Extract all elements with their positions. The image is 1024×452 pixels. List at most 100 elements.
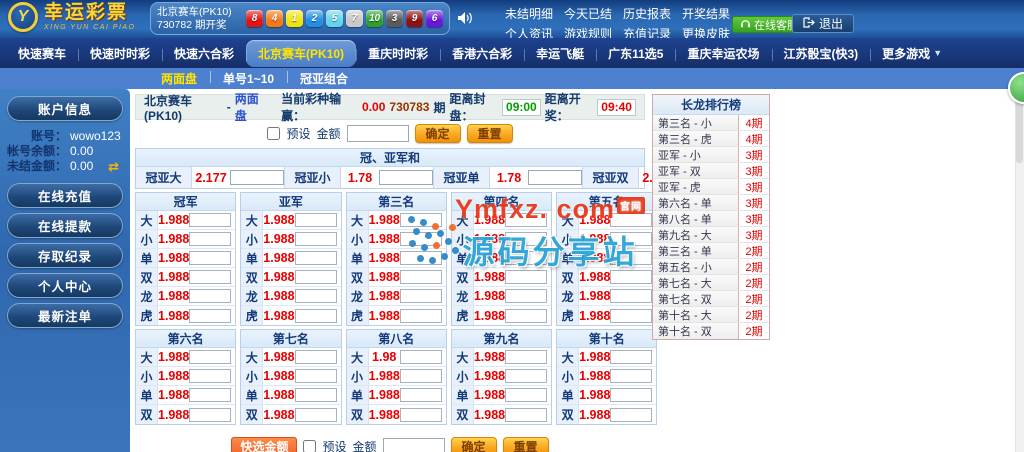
refresh-icon[interactable]: ⇄ bbox=[108, 159, 125, 174]
nav-tab[interactable]: 重庆时时彩 bbox=[356, 40, 440, 67]
sidebar-button[interactable]: 在线充值 bbox=[7, 183, 123, 208]
sum-bet-odds[interactable]: 2.177 bbox=[192, 167, 230, 188]
bet-odds[interactable]: 1.988 bbox=[579, 232, 610, 246]
bet-odds[interactable]: 1.988 bbox=[579, 289, 610, 303]
bet-amount-input[interactable] bbox=[189, 350, 231, 364]
bet-odds[interactable]: 1.988 bbox=[263, 213, 294, 227]
bet-amount-input[interactable] bbox=[505, 251, 547, 265]
nav-tab[interactable]: 香港六合彩 bbox=[440, 40, 524, 67]
bet-amount-input[interactable] bbox=[189, 289, 231, 303]
ranking-row[interactable]: 第六名 - 单3期 bbox=[653, 195, 769, 211]
bet-amount-input[interactable] bbox=[505, 350, 547, 364]
bet-odds[interactable]: 1.988 bbox=[579, 408, 610, 422]
logout-button[interactable]: 退出 bbox=[792, 14, 854, 33]
preset-amount-input[interactable] bbox=[347, 125, 409, 142]
sidebar-button[interactable]: 在线提款 bbox=[7, 213, 123, 238]
bet-amount-input[interactable] bbox=[400, 251, 442, 265]
ranking-row[interactable]: 亚军 - 虎3期 bbox=[653, 179, 769, 195]
ranking-row[interactable]: 亚军 - 双3期 bbox=[653, 163, 769, 179]
bet-odds[interactable]: 1.988 bbox=[263, 289, 294, 303]
bet-odds[interactable]: 1.988 bbox=[474, 213, 505, 227]
reset-button[interactable]: 重置 bbox=[467, 124, 513, 143]
bet-odds[interactable]: 1.988 bbox=[369, 289, 400, 303]
bet-odds[interactable]: 1.988 bbox=[474, 408, 505, 422]
bet-odds[interactable]: 1.988 bbox=[474, 232, 505, 246]
reset-button-bottom[interactable]: 重置 bbox=[503, 437, 549, 452]
sidebar-button[interactable]: 个人中心 bbox=[7, 273, 123, 298]
bet-odds[interactable]: 1.988 bbox=[369, 213, 400, 227]
bet-amount-input[interactable] bbox=[295, 289, 337, 303]
bet-odds[interactable]: 1.988 bbox=[474, 289, 505, 303]
top-menu-link[interactable]: 今天已结 bbox=[564, 5, 612, 22]
bet-amount-input[interactable] bbox=[400, 388, 442, 402]
bet-odds[interactable]: 1.988 bbox=[158, 251, 189, 265]
bet-amount-input[interactable] bbox=[610, 251, 652, 265]
bet-odds[interactable]: 1.988 bbox=[474, 309, 505, 323]
bet-amount-input[interactable] bbox=[400, 369, 442, 383]
nav-tab[interactable]: 幸运飞艇 bbox=[524, 40, 596, 67]
bet-amount-input[interactable] bbox=[295, 213, 337, 227]
bet-amount-input[interactable] bbox=[400, 350, 442, 364]
bet-amount-input[interactable] bbox=[610, 350, 652, 364]
bet-odds[interactable]: 1.988 bbox=[579, 213, 610, 227]
sum-bet-amount-input[interactable] bbox=[379, 170, 433, 185]
bet-odds[interactable]: 1.988 bbox=[158, 289, 189, 303]
bet-odds[interactable]: 1.988 bbox=[158, 388, 189, 402]
sum-bet-amount-input[interactable] bbox=[230, 170, 284, 185]
bet-odds[interactable]: 1.988 bbox=[579, 270, 610, 284]
bet-odds[interactable]: 1.98 bbox=[369, 350, 400, 364]
bet-amount-input[interactable] bbox=[505, 289, 547, 303]
bet-amount-input[interactable] bbox=[610, 232, 652, 246]
top-menu-link[interactable]: 历史报表 bbox=[623, 5, 671, 22]
bet-odds[interactable]: 1.988 bbox=[369, 309, 400, 323]
bet-odds[interactable]: 1.988 bbox=[579, 309, 610, 323]
sidebar-button[interactable]: 最新注单 bbox=[7, 303, 123, 328]
nav-tab[interactable]: 快速六合彩 bbox=[162, 40, 246, 67]
bet-amount-input[interactable] bbox=[505, 232, 547, 246]
bet-odds[interactable]: 1.988 bbox=[474, 388, 505, 402]
bet-odds[interactable]: 1.988 bbox=[158, 350, 189, 364]
ranking-row[interactable]: 第十名 - 大2期 bbox=[653, 307, 769, 323]
bet-amount-input[interactable] bbox=[505, 270, 547, 284]
ranking-row[interactable]: 第三名 - 小4期 bbox=[653, 115, 769, 131]
bet-odds[interactable]: 1.988 bbox=[369, 369, 400, 383]
bet-amount-input[interactable] bbox=[610, 289, 652, 303]
bet-odds[interactable]: 1.988 bbox=[263, 251, 294, 265]
nav-tab[interactable]: 北京赛车(PK10) bbox=[246, 40, 356, 67]
bet-amount-input[interactable] bbox=[295, 369, 337, 383]
bet-amount-input[interactable] bbox=[295, 388, 337, 402]
current-mode-link[interactable]: 两面盘 bbox=[235, 90, 268, 124]
sum-bet-amount-input[interactable] bbox=[528, 170, 582, 185]
bet-odds[interactable]: 1.988 bbox=[474, 350, 505, 364]
bet-odds[interactable]: 1.988 bbox=[369, 270, 400, 284]
bet-amount-input[interactable] bbox=[610, 213, 652, 227]
scrollbar[interactable] bbox=[1015, 89, 1024, 452]
bet-amount-input[interactable] bbox=[505, 213, 547, 227]
bet-odds[interactable]: 1.988 bbox=[263, 270, 294, 284]
bet-odds[interactable]: 1.988 bbox=[263, 309, 294, 323]
bet-amount-input[interactable] bbox=[610, 388, 652, 402]
bet-amount-input[interactable] bbox=[400, 232, 442, 246]
bet-amount-input[interactable] bbox=[295, 309, 337, 323]
bet-odds[interactable]: 1.988 bbox=[579, 350, 610, 364]
bet-odds[interactable]: 1.988 bbox=[158, 270, 189, 284]
nav-tab[interactable]: 江苏骰宝(快3) bbox=[772, 40, 871, 67]
bet-odds[interactable]: 1.988 bbox=[579, 369, 610, 383]
sum-bet-odds[interactable]: 1.78 bbox=[490, 167, 528, 188]
bet-odds[interactable]: 1.988 bbox=[263, 388, 294, 402]
bet-odds[interactable]: 1.988 bbox=[369, 232, 400, 246]
bet-odds[interactable]: 1.988 bbox=[579, 388, 610, 402]
ranking-row[interactable]: 亚军 - 小3期 bbox=[653, 147, 769, 163]
bet-odds[interactable]: 1.988 bbox=[474, 369, 505, 383]
preset-checkbox-bottom[interactable] bbox=[303, 440, 316, 452]
bet-odds[interactable]: 1.988 bbox=[158, 232, 189, 246]
bet-odds[interactable]: 1.988 bbox=[263, 408, 294, 422]
bet-amount-input[interactable] bbox=[505, 408, 547, 422]
bet-odds[interactable]: 1.988 bbox=[369, 251, 400, 265]
top-menu-link[interactable]: 开奖结果 bbox=[682, 5, 730, 22]
bet-amount-input[interactable] bbox=[189, 369, 231, 383]
bet-odds[interactable]: 1.988 bbox=[579, 251, 610, 265]
bet-amount-input[interactable] bbox=[189, 270, 231, 284]
ranking-row[interactable]: 第十名 - 双2期 bbox=[653, 323, 769, 339]
bet-odds[interactable]: 1.988 bbox=[474, 251, 505, 265]
